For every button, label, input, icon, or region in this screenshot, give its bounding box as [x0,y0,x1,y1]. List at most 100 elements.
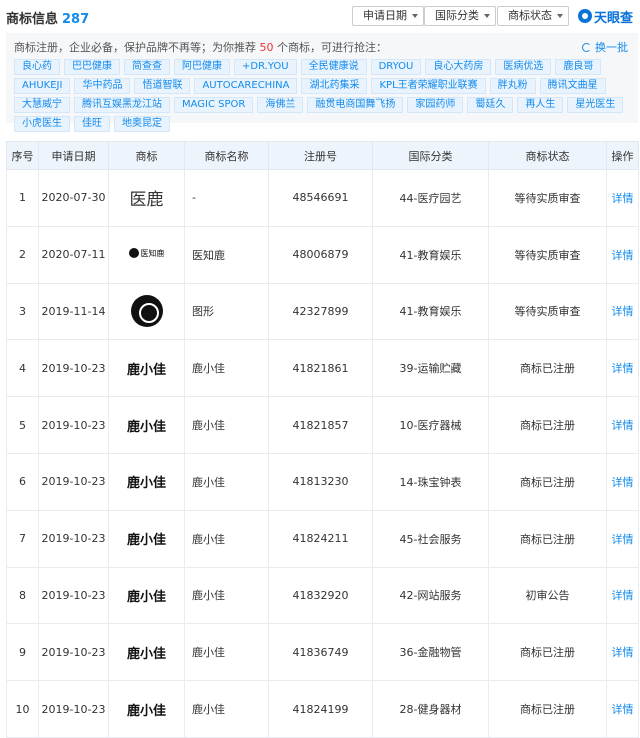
recommend-tag[interactable]: 全民健康说 [300,59,367,75]
trademark-image: 医鹿 [108,169,185,227]
recommend-tag[interactable]: 家园药师 [407,97,464,113]
recommend-number: 50 [259,41,274,54]
filter-intl-class[interactable]: 国际分类 [424,6,496,26]
details-link[interactable]: 详情 [606,169,639,227]
row-number: 3 [6,282,39,341]
details-link[interactable]: 详情 [606,282,639,341]
recommend-tag[interactable]: KPL王者荣耀职业联赛 [371,78,486,94]
refresh-icon [582,42,591,52]
details-link[interactable]: 详情 [606,452,639,511]
trademark-name: 鹿小佳 [184,623,269,682]
filter-intl-class-label: 国际分类 [435,9,479,22]
trademark-table: 序号 申请日期 商标 商标名称 注册号 国际分类 商标状态 操作 1 2020-07-30 医鹿 -… [6,141,639,738]
recommend-tag[interactable]: 医病优选 [495,59,552,75]
recommend-tag[interactable]: +DR.YOU [234,59,297,75]
row-number: 4 [6,339,39,398]
recommend-tag[interactable]: 腾讯互娱黑龙江站 [74,97,170,113]
details-link[interactable]: 详情 [606,225,639,284]
table-row: 3 2019-11-14 图形 42327899 41-教育娱乐 等待实质审查 详情 [6,282,639,341]
recommend-tag[interactable]: 大慧威宁 [14,97,70,113]
trademark-image: 鹿小佳 [108,680,185,738]
trademark-text: 鹿小佳 [126,646,166,662]
trademark-text: 鹿小佳 [126,476,166,492]
details-link[interactable]: 详情 [606,509,639,568]
table-row: 4 2019-10-23 鹿小佳 鹿小佳 41821861 39-运输贮藏 商标已注册 详情 [6,339,639,398]
recommend-tag[interactable]: 地奥昆定 [114,116,170,132]
page-title-text: 商标信息 [6,12,59,27]
recommend-tag[interactable]: 悟道智联 [134,78,191,94]
trademark-status: 商标已注册 [488,623,607,682]
registration-number: 41832920 [268,566,373,625]
recommend-tag[interactable]: 再人生 [517,97,564,113]
recommend-tag[interactable]: 佳旺 [74,116,110,132]
apply-date: 2019-10-23 [38,680,109,738]
recommend-tag[interactable]: 华中药品 [74,78,131,94]
intl-class: 28-健身器材 [372,680,489,738]
recommend-tag[interactable]: 良心大药房 [425,59,492,75]
trademark-name: 图形 [184,282,269,341]
table-row: 6 2019-10-23 鹿小佳 鹿小佳 41813230 14-珠宝钟表 商标已注册 详情 [6,452,639,511]
recommend-tag[interactable]: 蜀廷久 [467,97,514,113]
row-number: 5 [6,396,39,454]
apply-date: 2019-10-23 [38,566,109,625]
details-link[interactable]: 详情 [606,623,639,682]
logo-text: 天眼查 [594,10,634,26]
recommend-tag[interactable]: AHUKEJI [14,78,71,94]
recommend-tag[interactable]: 鹿良哥 [555,59,602,75]
intl-class: 39-运输贮藏 [372,339,489,398]
recommend-tag[interactable]: 简查查 [124,59,170,75]
details-link[interactable]: 详情 [606,396,639,454]
trademark-status: 商标已注册 [488,452,607,511]
trademark-name: 鹿小佳 [184,396,269,454]
details-link[interactable]: 详情 [606,566,639,625]
details-link[interactable]: 详情 [606,339,639,398]
caret-down-icon [484,14,490,18]
recommend-tag[interactable]: 巴巴健康 [64,59,120,75]
recommend-tag[interactable]: AUTOCARECHINA [194,78,298,94]
recommend-tag[interactable]: 阿巴健康 [174,59,230,75]
registration-number: 41813230 [268,452,373,511]
intl-class: 14-珠宝钟表 [372,452,489,511]
trademark-text: 鹿小佳 [126,533,166,549]
col-intl-class-header: 国际分类 [372,141,489,170]
recommend-tag[interactable]: 湖北药集采 [301,78,368,94]
col-action-header: 操作 [606,141,639,170]
table-row: 5 2019-10-23 鹿小佳 鹿小佳 41821857 10-医疗器械 商标已注册 详情 [6,396,639,454]
recommend-tag[interactable]: 胖丸粉 [489,78,536,94]
trademark-status: 等待实质审查 [488,282,607,341]
refresh-label: 换一批 [595,41,628,54]
trademark-name: 鹿小佳 [184,680,269,738]
page-title: 商标信息 287 [6,8,89,27]
registration-number: 41821861 [268,339,373,398]
recommend-tag[interactable]: 融贯电商国舞飞扬 [307,97,404,113]
recommend-tag[interactable]: 腾讯文曲星 [539,78,606,94]
recommend-tag[interactable]: 小虎医生 [14,116,70,132]
page-header: 商标信息 287 申请日期 国际分类 商标状态 天眼查 [0,0,640,32]
row-number: 1 [6,169,39,227]
recommend-tag[interactable]: 良心药 [14,59,60,75]
refresh-button[interactable]: 换一批 [582,39,628,55]
table-body: 1 2020-07-30 医鹿 -48546691 44-医疗园艺 等待实质审查 详情 2 20… [6,169,639,738]
trademark-text: 医鹿 [129,190,164,211]
row-number: 8 [6,566,39,625]
trademark-text: 鹿小佳 [126,703,166,719]
apply-date: 2019-10-23 [38,452,109,511]
details-link[interactable]: 详情 [606,680,639,738]
recommend-tag[interactable]: 星光医生 [567,97,624,113]
registration-number: 42327899 [268,282,373,341]
recommend-tag[interactable]: MAGIC SPOR [174,97,254,113]
trademark-count: 287 [62,12,90,27]
trademark-name: 鹿小佳 [184,339,269,398]
registration-number: 41824211 [268,509,373,568]
brand-logo-text: 医知鹿 [140,248,165,258]
filter-apply-date[interactable]: 申请日期 [352,6,424,26]
row-number: 9 [6,623,39,682]
trademark-image: 医知鹿 [108,225,185,284]
filter-status[interactable]: 商标状态 [497,6,569,26]
col-apply-date-header: 申请日期 [38,141,109,170]
trademark-image: 鹿小佳 [108,396,185,454]
trademark-status: 初审公告 [488,566,607,625]
recommend-tag[interactable]: DRYOU [370,59,422,75]
recommend-tag[interactable]: 海佛兰 [257,97,304,113]
trademark-status: 商标已注册 [488,396,607,454]
